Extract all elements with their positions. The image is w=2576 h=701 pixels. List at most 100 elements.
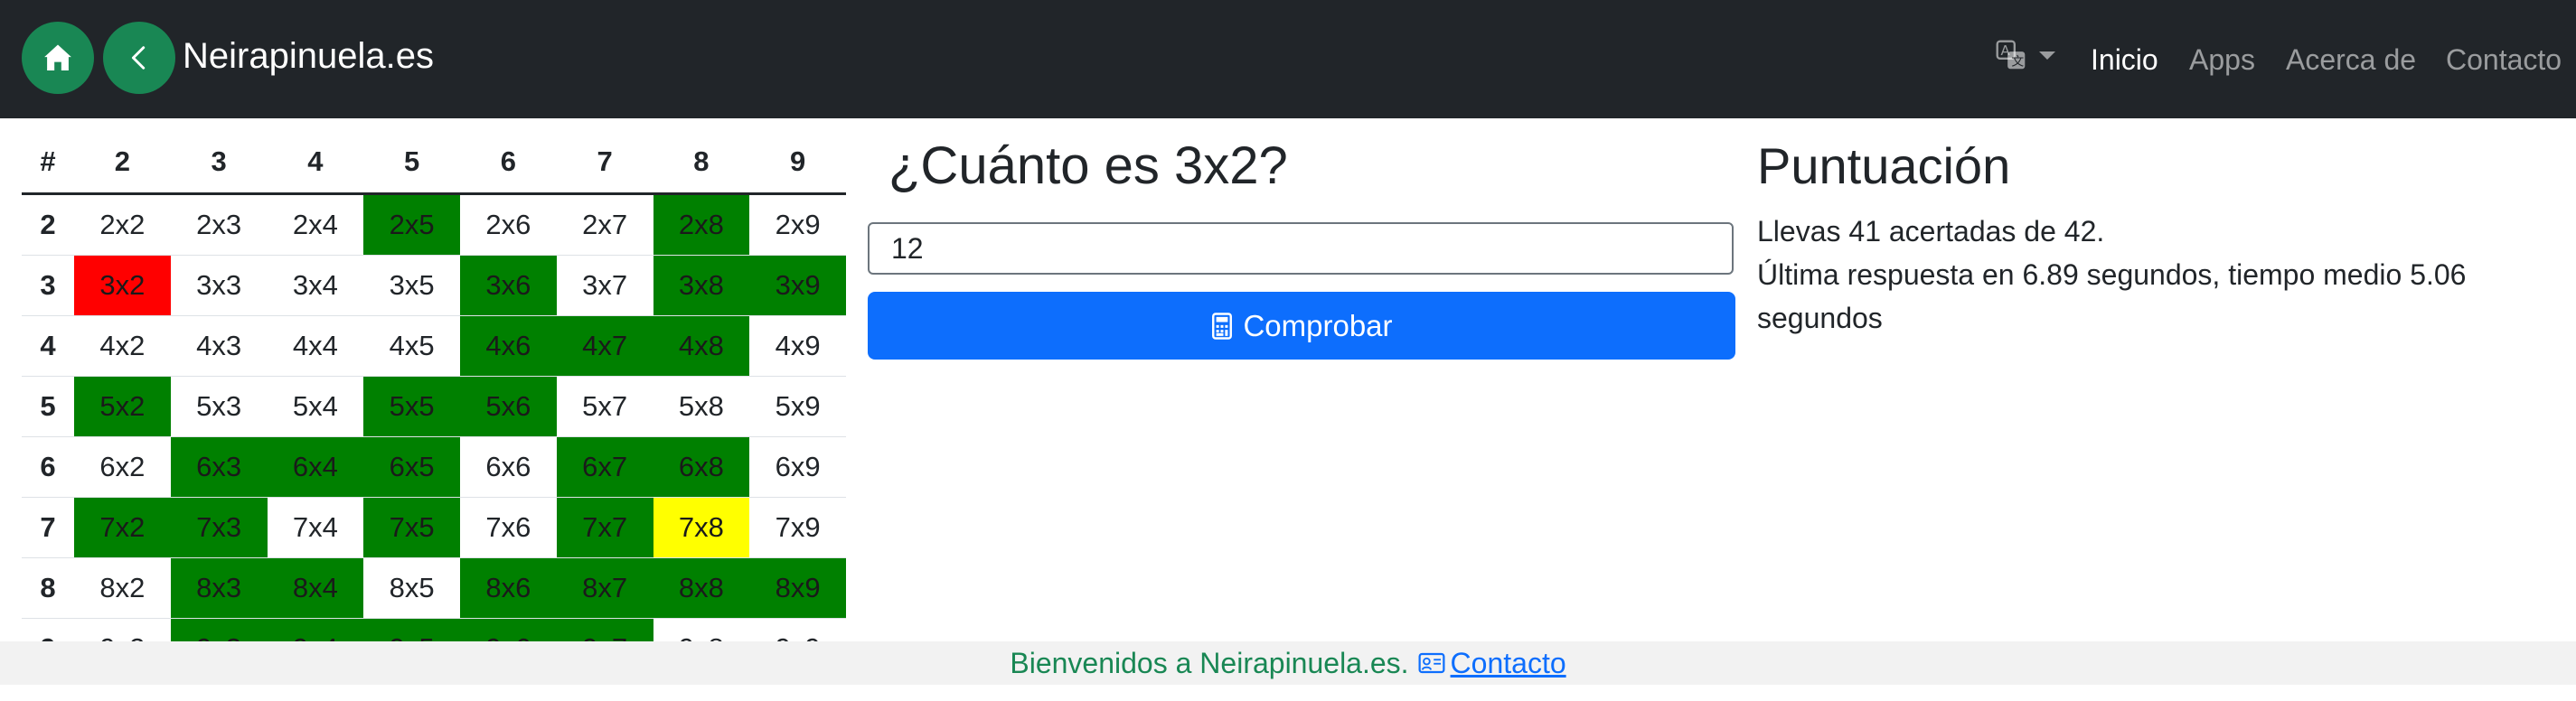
footer-welcome-text: Bienvenidos a Neirapinuela.es. bbox=[1010, 646, 1409, 679]
table-cell: 7x8 bbox=[653, 497, 750, 558]
table-cell: 3x9 bbox=[749, 255, 846, 316]
nav-link-inicio[interactable]: Inicio bbox=[2091, 40, 2158, 79]
table-cell: 4x3 bbox=[170, 315, 268, 377]
table-cell: 5x7 bbox=[556, 376, 653, 437]
table-cell: 9x5 bbox=[363, 618, 460, 641]
score-timing: Última respuesta en 6.89 segundos, tiemp… bbox=[1757, 258, 2467, 334]
footer-contact-label: Contacto bbox=[1450, 646, 1566, 679]
home-button[interactable] bbox=[22, 22, 94, 94]
table-cell: 7x3 bbox=[170, 497, 268, 558]
table-cell: 9x3 bbox=[170, 618, 268, 641]
table-corner-header: # bbox=[22, 131, 74, 195]
table-cell: 8x2 bbox=[74, 557, 171, 619]
table-row: 6 6x2 6x3 6x4 6x5 6x6 6x7 6x8 6x9 bbox=[22, 436, 846, 498]
table-cell: 4x8 bbox=[653, 315, 750, 377]
table-cell: 7x6 bbox=[460, 497, 557, 558]
table-cell: 4x9 bbox=[749, 315, 846, 377]
table-cell: 3x4 bbox=[267, 255, 364, 316]
table-row: 3 3x2 3x3 3x4 3x5 3x6 3x7 3x8 3x9 bbox=[22, 255, 846, 316]
table-cell: 8x3 bbox=[170, 557, 268, 619]
column-header: 2 bbox=[74, 131, 171, 195]
column-header: 7 bbox=[556, 131, 653, 195]
table-cell: 8x9 bbox=[749, 557, 846, 619]
check-button-label: Comprobar bbox=[1243, 308, 1393, 342]
calculator-icon bbox=[1212, 312, 1233, 340]
table-body: 2 2x2 2x3 2x4 2x5 2x6 2x7 2x8 2x9 3 3x2 3x3 3x4 3x5 3x… bbox=[22, 193, 846, 641]
svg-text:文: 文 bbox=[2011, 54, 2024, 69]
table-cell: 4x6 bbox=[460, 315, 557, 377]
table-row: 8 8x2 8x3 8x4 8x5 8x6 8x7 8x8 8x9 bbox=[22, 557, 846, 619]
check-button[interactable]: Comprobar bbox=[868, 292, 1735, 360]
table-cell: 6x8 bbox=[653, 436, 750, 498]
table-cell: 4x2 bbox=[74, 315, 171, 377]
nav-link-contacto[interactable]: Contacto bbox=[2446, 40, 2562, 79]
chevron-down-icon bbox=[2039, 51, 2055, 60]
table-cell: 5x4 bbox=[267, 376, 364, 437]
table-cell: 5x2 bbox=[74, 376, 171, 437]
table-cell: 3x6 bbox=[460, 255, 557, 316]
table-cell: 3x2 bbox=[74, 255, 171, 316]
table-cell: 6x9 bbox=[749, 436, 846, 498]
table-cell: 5x6 bbox=[460, 376, 557, 437]
table-cell: 9x6 bbox=[460, 618, 557, 641]
table-cell: 7x4 bbox=[267, 497, 364, 558]
home-icon bbox=[44, 44, 71, 71]
brand-name[interactable]: Neirapinuela.es bbox=[183, 33, 434, 79]
table-cell: 6x6 bbox=[460, 436, 557, 498]
language-dropdown[interactable]: A 文 bbox=[1996, 40, 2055, 70]
row-header: 4 bbox=[22, 315, 74, 377]
row-header: 3 bbox=[22, 255, 74, 316]
table-cell: 7x5 bbox=[363, 497, 460, 558]
table-cell: 2x4 bbox=[267, 193, 364, 256]
table-cell: 7x9 bbox=[749, 497, 846, 558]
chevron-left-icon bbox=[131, 46, 146, 70]
table-cell: 9x7 bbox=[556, 618, 653, 641]
table-row: 2 2x2 2x3 2x4 2x5 2x6 2x7 2x8 2x9 bbox=[22, 193, 846, 256]
table-cell: 6x7 bbox=[556, 436, 653, 498]
table-cell: 6x2 bbox=[74, 436, 171, 498]
table-cell: 9x2 bbox=[74, 618, 171, 641]
table-cell: 5x3 bbox=[170, 376, 268, 437]
table-cell: 2x3 bbox=[170, 193, 268, 256]
table-header-row: # 2 3 4 5 6 7 8 9 bbox=[22, 131, 846, 195]
table-cell: 7x2 bbox=[74, 497, 171, 558]
column-header: 3 bbox=[170, 131, 268, 195]
multiplication-table-container: # 2 3 4 5 6 7 8 9 2 2x2 2x3 2x4 2x5 2x6 2x7 2x8… bbox=[22, 131, 846, 641]
row-header: 6 bbox=[22, 436, 74, 498]
table-cell: 5x9 bbox=[749, 376, 846, 437]
table-cell: 4x5 bbox=[363, 315, 460, 377]
question-heading: ¿Cuánto es 3x2? bbox=[888, 136, 1288, 195]
answer-input[interactable] bbox=[868, 222, 1734, 275]
table-cell: 8x8 bbox=[653, 557, 750, 619]
back-button[interactable] bbox=[103, 22, 175, 94]
contact-card-icon bbox=[1418, 652, 1445, 674]
row-header: 7 bbox=[22, 497, 74, 558]
table-cell: 8x5 bbox=[363, 557, 460, 619]
table-row: 7 7x2 7x3 7x4 7x5 7x6 7x7 7x8 7x9 bbox=[22, 497, 846, 558]
nav-link-apps[interactable]: Apps bbox=[2189, 40, 2255, 79]
table-cell: 5x8 bbox=[653, 376, 750, 437]
table-cell: 3x7 bbox=[556, 255, 653, 316]
score-heading: Puntuación bbox=[1757, 137, 2011, 194]
column-header: 9 bbox=[749, 131, 846, 195]
score-summary: Llevas 41 acertadas de 42. bbox=[1757, 215, 2105, 248]
table-row: 5 5x2 5x3 5x4 5x5 5x6 5x7 5x8 5x9 bbox=[22, 376, 846, 437]
table-cell: 8x4 bbox=[267, 557, 364, 619]
footer-contact-link[interactable]: Contacto bbox=[1418, 647, 1566, 680]
table-cell: 9x9 bbox=[749, 618, 846, 641]
table-cell: 9x4 bbox=[267, 618, 364, 641]
row-header: 5 bbox=[22, 376, 74, 437]
column-header: 6 bbox=[460, 131, 557, 195]
table-cell: 8x6 bbox=[460, 557, 557, 619]
table-cell: 6x5 bbox=[363, 436, 460, 498]
table-cell: 3x3 bbox=[170, 255, 268, 316]
row-header: 2 bbox=[22, 193, 74, 256]
table-cell: 2x5 bbox=[363, 193, 460, 256]
table-cell: 4x4 bbox=[267, 315, 364, 377]
table-row: 99x29x39x49x59x69x79x89x9 bbox=[22, 618, 846, 641]
table-cell: 6x3 bbox=[170, 436, 268, 498]
nav-link-acerca-de[interactable]: Acerca de bbox=[2286, 40, 2416, 79]
table-cell: 3x8 bbox=[653, 255, 750, 316]
table-cell: 2x6 bbox=[460, 193, 557, 256]
table-cell: 2x7 bbox=[556, 193, 653, 256]
